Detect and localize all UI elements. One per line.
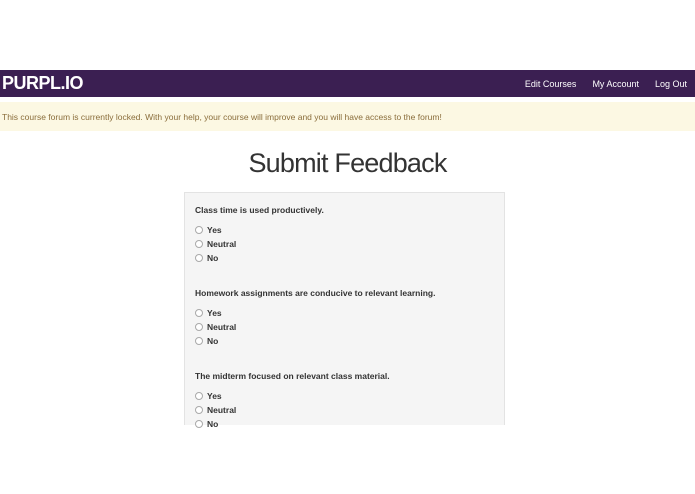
q3-option-no[interactable]: No	[195, 417, 494, 431]
radio-button[interactable]	[195, 323, 203, 331]
option-label: No	[207, 253, 219, 263]
top-navbar: PURPL.IO Edit Courses My Account Log Out	[0, 70, 695, 97]
nav-links: Edit Courses My Account Log Out	[509, 79, 695, 89]
option-label: No	[207, 336, 219, 346]
radio-button[interactable]	[195, 254, 203, 262]
question-label: Homework assignments are conducive to re…	[195, 288, 436, 298]
q3-option-yes[interactable]: Yes	[195, 389, 494, 403]
nav-log-out-link[interactable]: Log Out	[655, 79, 687, 89]
option-label: Neutral	[207, 322, 237, 332]
nav-edit-courses-link[interactable]: Edit Courses	[525, 79, 577, 89]
option-label: No	[207, 419, 219, 429]
option-label: Yes	[207, 308, 222, 318]
radio-button[interactable]	[195, 226, 203, 234]
nav-my-account-link[interactable]: My Account	[592, 79, 639, 89]
question-2: Homework assignments are conducive to re…	[195, 288, 494, 348]
q1-option-yes[interactable]: Yes	[195, 223, 494, 237]
option-label: Neutral	[207, 405, 237, 415]
q2-option-no[interactable]: No	[195, 334, 494, 348]
radio-button[interactable]	[195, 337, 203, 345]
option-label: Yes	[207, 225, 222, 235]
q3-option-neutral[interactable]: Neutral	[195, 403, 494, 417]
page-title: Submit Feedback	[248, 148, 447, 178]
feedback-form: Class time is used productively. Yes Neu…	[184, 192, 505, 429]
option-label: Yes	[207, 391, 222, 401]
radio-button[interactable]	[195, 392, 203, 400]
question-label: Class time is used productively.	[195, 205, 324, 215]
radio-button[interactable]	[195, 420, 203, 428]
forum-locked-alert: This course forum is currently locked. W…	[0, 102, 695, 131]
radio-button[interactable]	[195, 309, 203, 317]
radio-button[interactable]	[195, 240, 203, 248]
q1-option-no[interactable]: No	[195, 251, 494, 265]
question-3: The midterm focused on relevant class ma…	[195, 371, 494, 431]
brand-logo[interactable]: PURPL.IO	[0, 73, 84, 94]
alert-text: This course forum is currently locked. W…	[2, 111, 442, 122]
question-1: Class time is used productively. Yes Neu…	[195, 205, 494, 265]
q2-option-yes[interactable]: Yes	[195, 306, 494, 320]
q2-option-neutral[interactable]: Neutral	[195, 320, 494, 334]
option-label: Neutral	[207, 239, 237, 249]
radio-button[interactable]	[195, 406, 203, 414]
q1-option-neutral[interactable]: Neutral	[195, 237, 494, 251]
question-label: The midterm focused on relevant class ma…	[195, 371, 390, 381]
